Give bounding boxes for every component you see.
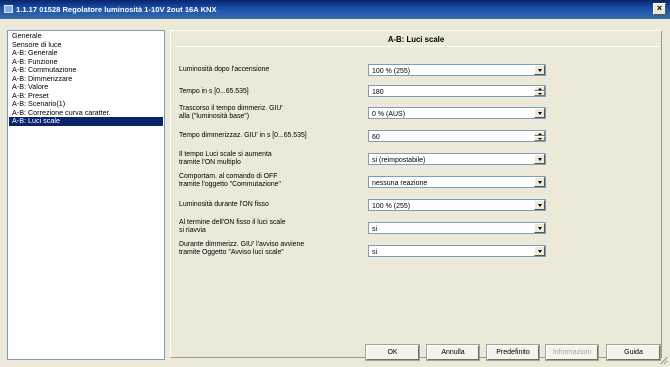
panel-divider <box>175 46 659 47</box>
select-value: si <box>372 225 378 233</box>
select-value: 0 % (AUS) <box>372 110 406 118</box>
panel-title: A-B: Luci scale <box>387 35 445 44</box>
param-label-tempo: Tempo in s [0...65.535] <box>179 88 249 95</box>
nav-item-ab-luci-scale[interactable]: A-B: Luci scale <box>9 116 163 126</box>
chevron-down-icon[interactable] <box>534 223 545 233</box>
chevron-down-icon[interactable] <box>534 154 545 164</box>
chevron-down-icon[interactable] <box>534 65 545 75</box>
param-select-comando-off[interactable]: nessuna reazione <box>368 176 546 188</box>
param-label-riavvio: Al termine dell'ON fisso il luci scale s… <box>179 219 286 234</box>
param-select-on-fisso[interactable]: 100 % (255) <box>368 199 546 211</box>
dialog-window: 1.1.17 01528 Regolatore luminosità 1-10V… <box>0 0 670 367</box>
chevron-down-icon[interactable] <box>534 177 545 187</box>
parameter-page-list[interactable]: Generale Sensore di luce A-B: Generale A… <box>7 30 165 360</box>
title-bar[interactable]: 1.1.17 01528 Regolatore luminosità 1-10V… <box>0 0 670 19</box>
select-value: si (reimpostabile) <box>372 156 426 164</box>
help-button[interactable]: Guida <box>606 344 661 361</box>
ok-button[interactable]: OK <box>365 344 420 361</box>
default-button[interactable]: Predefinito <box>486 344 540 361</box>
window-icon <box>4 5 13 13</box>
param-label-comando-off: Comportam. al comando di OFF tramite l'o… <box>179 173 281 188</box>
param-select-riavvio[interactable]: si <box>368 222 546 234</box>
window-title: 1.1.17 01528 Regolatore luminosità 1-10V… <box>16 5 217 14</box>
param-label-tempo-dimmerizzazione: Tempo dimmerizzaz. GIU' in s [0...65.535… <box>179 132 307 139</box>
select-value: nessuna reazione <box>372 179 428 187</box>
spin-value: 180 <box>372 88 384 96</box>
param-select-avviso[interactable]: si <box>368 245 546 257</box>
param-select-on-multiplo[interactable]: si (reimpostabile) <box>368 153 546 165</box>
spin-value: 60 <box>372 133 380 141</box>
spin-down-icon[interactable] <box>534 91 545 96</box>
select-value: si <box>372 248 378 256</box>
chevron-down-icon[interactable] <box>534 108 545 118</box>
param-label-luminosita-accensione: Luminosità dopo l'accensione <box>179 66 270 73</box>
param-select-luminosita-accensione[interactable]: 100 % (255) <box>368 64 546 76</box>
param-label-luminosita-base: Trascorso il tempo dimmeriz. GIU' alla (… <box>179 105 283 120</box>
param-spin-tempo[interactable]: 180 <box>368 85 546 97</box>
param-label-avviso: Durante dimmerizz. GIU' l'avviso avviene… <box>179 241 305 256</box>
chevron-down-icon[interactable] <box>534 200 545 210</box>
cancel-button[interactable]: Annulla <box>426 344 480 361</box>
select-value: 100 % (255) <box>372 67 411 75</box>
chevron-down-icon[interactable] <box>534 246 545 256</box>
select-value: 100 % (255) <box>372 202 411 210</box>
resize-grip-icon[interactable] <box>659 356 668 365</box>
spin-down-icon[interactable] <box>534 136 545 141</box>
param-label-on-fisso: Luminosità durante l'ON fisso <box>179 201 269 208</box>
info-button: Informazioni <box>545 344 599 361</box>
close-icon[interactable]: × <box>653 3 666 15</box>
param-select-luminosita-base[interactable]: 0 % (AUS) <box>368 107 546 119</box>
parameter-panel: A-B: Luci scale Luminosità dopo l'accens… <box>170 30 662 358</box>
param-label-on-multiplo: Il tempo Luci scale si aumenta tramite l… <box>179 151 272 166</box>
param-spin-tempo-dimmerizzazione[interactable]: 60 <box>368 130 546 142</box>
